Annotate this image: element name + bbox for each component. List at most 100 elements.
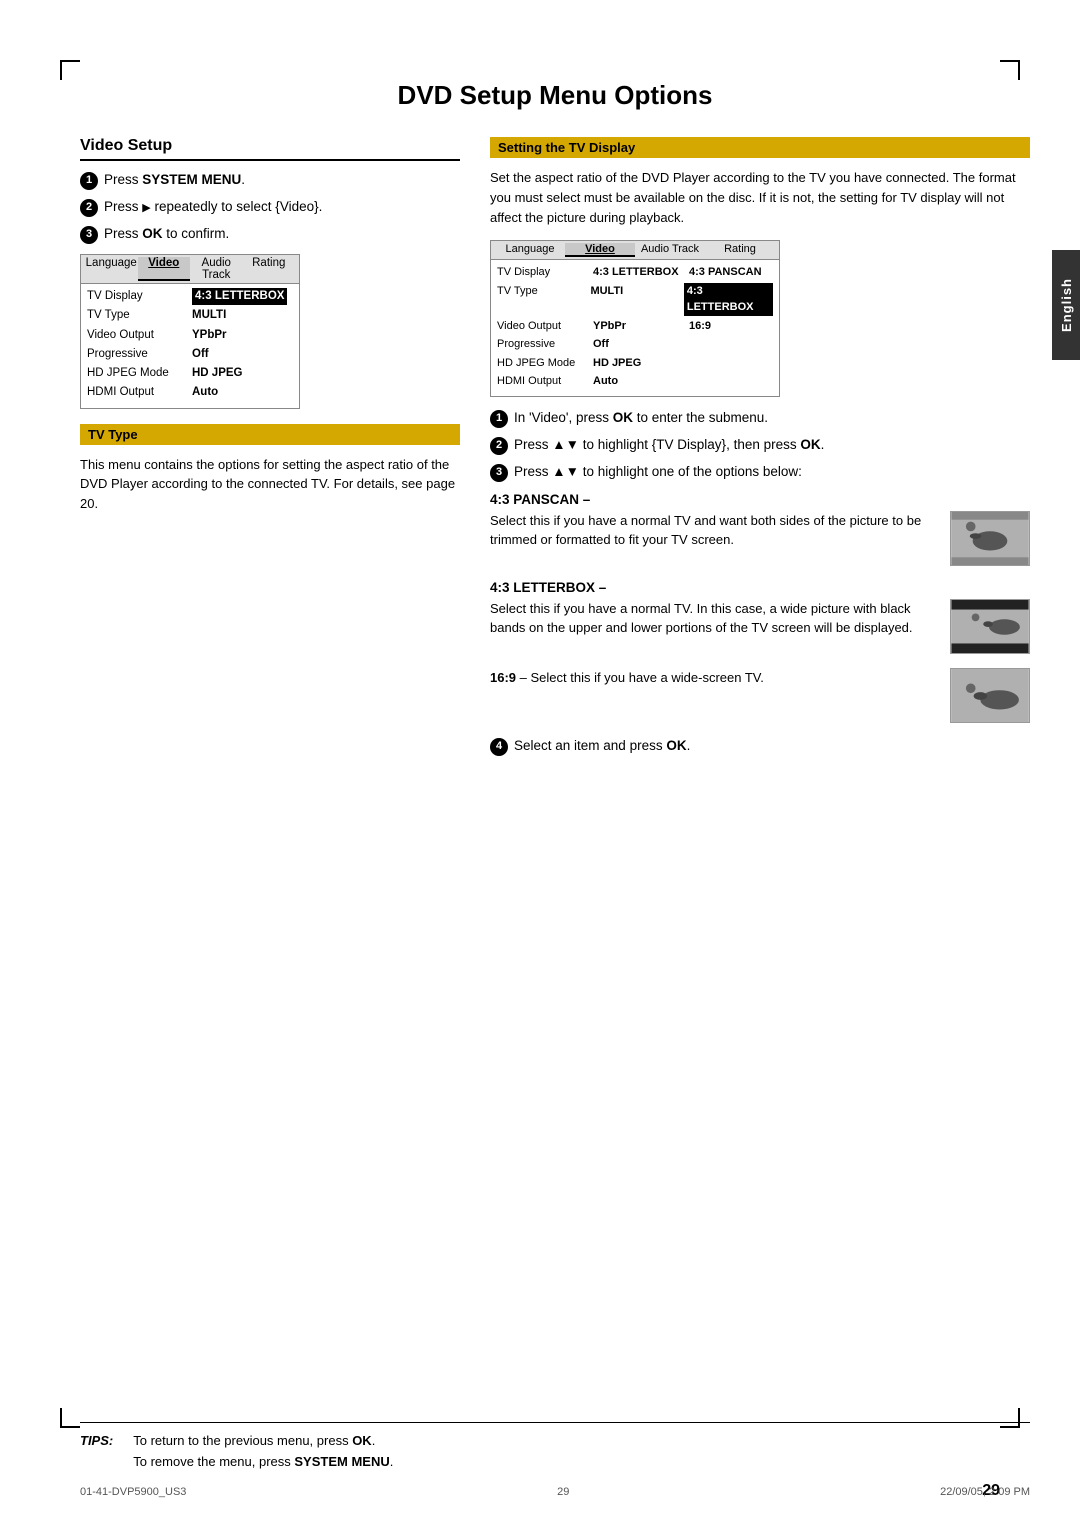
menu-row-tv-display: TV Display 4:3 LETTERBOX	[87, 288, 293, 305]
tv-type-heading: TV Type	[80, 424, 460, 445]
menu-value-hdmi-output: Auto	[192, 384, 218, 401]
menu-label-progressive: Progressive	[87, 346, 192, 363]
r-header-audio-track: Audio Track	[635, 243, 705, 257]
corner-mark-tr	[1000, 60, 1020, 80]
menu-label-video-output: Video Output	[87, 327, 192, 344]
step-3-num: 3	[80, 226, 98, 244]
r-menu-value1-tv-type: MULTI	[590, 283, 677, 316]
right-column: Setting the TV Display Set the aspect ra…	[490, 137, 1030, 764]
step-2-num: 2	[80, 199, 98, 217]
step-3: 3 Press OK to confirm.	[80, 225, 460, 244]
menu-value-progressive: Off	[192, 346, 209, 363]
header-rating: Rating	[243, 257, 296, 281]
corner-mark-tl	[60, 60, 80, 80]
r-menu-value1-tv-display: 4:3 LETTERBOX	[593, 264, 683, 281]
r-step-3-num: 3	[490, 464, 508, 482]
menu-label-hd-jpeg-mode: HD JPEG Mode	[87, 365, 192, 382]
header-language: Language	[85, 257, 138, 281]
r-menu-row-video-output: Video Output YPbPr 16:9	[497, 318, 773, 335]
r-menu-row-tv-display: TV Display 4:3 LETTERBOX 4:3 PANSCAN	[497, 264, 773, 281]
tips-text: To return to the previous menu, press OK…	[133, 1431, 393, 1473]
tips-label: TIPS:	[80, 1431, 113, 1473]
r-step-2: 2 Press ▲▼ to highlight {TV Display}, th…	[490, 436, 1030, 455]
menu-value-hd-jpeg-mode: HD JPEG	[192, 365, 243, 382]
left-column: Video Setup 1 Press SYSTEM MENU. 2 Press…	[80, 137, 460, 764]
r-menu-label-hd-jpeg-mode: HD JPEG Mode	[497, 355, 587, 372]
r-step-1-text: In 'Video', press OK to enter the submen…	[514, 409, 1030, 428]
language-tab-label: English	[1059, 278, 1074, 332]
menu-row-progressive: Progressive Off	[87, 346, 293, 363]
r-header-video: Video	[565, 243, 635, 257]
r-menu-value2-video-output: 16:9	[689, 318, 711, 335]
r-menu-value1-progressive: Off	[593, 336, 683, 353]
r-menu-row-tv-type: TV Type MULTI 4:3 LETTERBOX	[497, 283, 773, 316]
r-menu-value2-tv-type: 4:3 LETTERBOX	[684, 283, 773, 316]
r-menu-label-hdmi-output: HDMI Output	[497, 373, 587, 390]
widescreen-image	[950, 668, 1030, 723]
r-menu-label-video-output: Video Output	[497, 318, 587, 335]
footer-right: 22/09/05, 2:09 PM	[940, 1486, 1030, 1498]
menu-table-left-body: TV Display 4:3 LETTERBOX TV Type MULTI V…	[81, 284, 299, 408]
menu-table-left: Language Video Audio Track Rating TV Dis…	[80, 254, 300, 409]
language-tab: English	[1052, 250, 1080, 360]
main-content: DVD Setup Menu Options Video Setup 1 Pre…	[80, 80, 1030, 1418]
step-2-text: Press repeatedly to select {Video}.	[104, 198, 460, 217]
option-panscan-title: 4:3 PANSCAN –	[490, 492, 1030, 507]
r-menu-value1-hdmi-output: Auto	[593, 373, 683, 390]
menu-table-right: Language Video Audio Track Rating TV Dis…	[490, 240, 780, 397]
r-step-2-text: Press ▲▼ to highlight {TV Display}, then…	[514, 436, 1030, 455]
menu-table-right-header: Language Video Audio Track Rating	[491, 241, 779, 260]
r-step-4-num: 4	[490, 738, 508, 756]
tv-type-section: TV Type This menu contains the options f…	[80, 424, 460, 514]
setting-tv-display-desc: Set the aspect ratio of the DVD Player a…	[490, 168, 1030, 228]
r-step-4-text: Select an item and press OK.	[514, 737, 1030, 756]
arrow-right-icon	[142, 199, 150, 214]
footer-info: 01-41-DVP5900_US3 29 22/09/05, 2:09 PM	[80, 1486, 1030, 1498]
r-step-3: 3 Press ▲▼ to highlight one of the optio…	[490, 463, 1030, 482]
option-16-9-text: 16:9 – Select this if you have a wide-sc…	[490, 668, 940, 688]
two-column-layout: Video Setup 1 Press SYSTEM MENU. 2 Press…	[80, 137, 1030, 764]
step-1: 1 Press SYSTEM MENU.	[80, 171, 460, 190]
r-step-4: 4 Select an item and press OK.	[490, 737, 1030, 756]
step-1-num: 1	[80, 172, 98, 190]
r-header-language: Language	[495, 243, 565, 257]
page-title: DVD Setup Menu Options	[80, 80, 1030, 119]
menu-row-video-output: Video Output YPbPr	[87, 327, 293, 344]
header-video: Video	[138, 257, 191, 281]
menu-row-hd-jpeg-mode: HD JPEG Mode HD JPEG	[87, 365, 293, 382]
r-menu-value1-hd-jpeg-mode: HD JPEG	[593, 355, 683, 372]
step-2: 2 Press repeatedly to select {Video}.	[80, 198, 460, 217]
option-letterbox-title: 4:3 LETTERBOX –	[490, 580, 1030, 595]
step-3-text: Press OK to confirm.	[104, 225, 460, 244]
r-menu-row-hd-jpeg-mode: HD JPEG Mode HD JPEG	[497, 355, 773, 372]
r-step-1: 1 In 'Video', press OK to enter the subm…	[490, 409, 1030, 428]
r-menu-value2-tv-display: 4:3 PANSCAN	[689, 264, 762, 281]
menu-value-video-output: YPbPr	[192, 327, 227, 344]
r-menu-row-progressive: Progressive Off	[497, 336, 773, 353]
r-header-rating: Rating	[705, 243, 775, 257]
option-panscan-content: Select this if you have a normal TV and …	[490, 511, 1030, 566]
letterbox-image	[950, 599, 1030, 654]
r-step-3-text: Press ▲▼ to highlight one of the options…	[514, 463, 1030, 482]
menu-value-tv-display: 4:3 LETTERBOX	[192, 288, 287, 305]
menu-table-left-header: Language Video Audio Track Rating	[81, 255, 299, 284]
menu-row-hdmi-output: HDMI Output Auto	[87, 384, 293, 401]
r-menu-label-tv-display: TV Display	[497, 264, 587, 281]
menu-label-hdmi-output: HDMI Output	[87, 384, 192, 401]
option-panscan-text: Select this if you have a normal TV and …	[490, 511, 940, 550]
step-1-text: Press SYSTEM MENU.	[104, 171, 460, 190]
r-menu-label-progressive: Progressive	[497, 336, 587, 353]
r-menu-value1-video-output: YPbPr	[593, 318, 683, 335]
menu-label-tv-display: TV Display	[87, 288, 192, 305]
footer-center: 29	[557, 1486, 569, 1498]
option-panscan: 4:3 PANSCAN – Select this if you have a …	[490, 492, 1030, 566]
setting-tv-display-heading: Setting the TV Display	[490, 137, 1030, 158]
menu-label-tv-type: TV Type	[87, 307, 192, 324]
option-16-9: 16:9 – Select this if you have a wide-sc…	[490, 668, 1030, 723]
option-letterbox: 4:3 LETTERBOX – Select this if you have …	[490, 580, 1030, 654]
r-step-2-num: 2	[490, 437, 508, 455]
option-letterbox-text: Select this if you have a normal TV. In …	[490, 599, 940, 638]
footer-left: 01-41-DVP5900_US3	[80, 1486, 186, 1498]
menu-value-tv-type: MULTI	[192, 307, 226, 324]
r-step-1-num: 1	[490, 410, 508, 428]
